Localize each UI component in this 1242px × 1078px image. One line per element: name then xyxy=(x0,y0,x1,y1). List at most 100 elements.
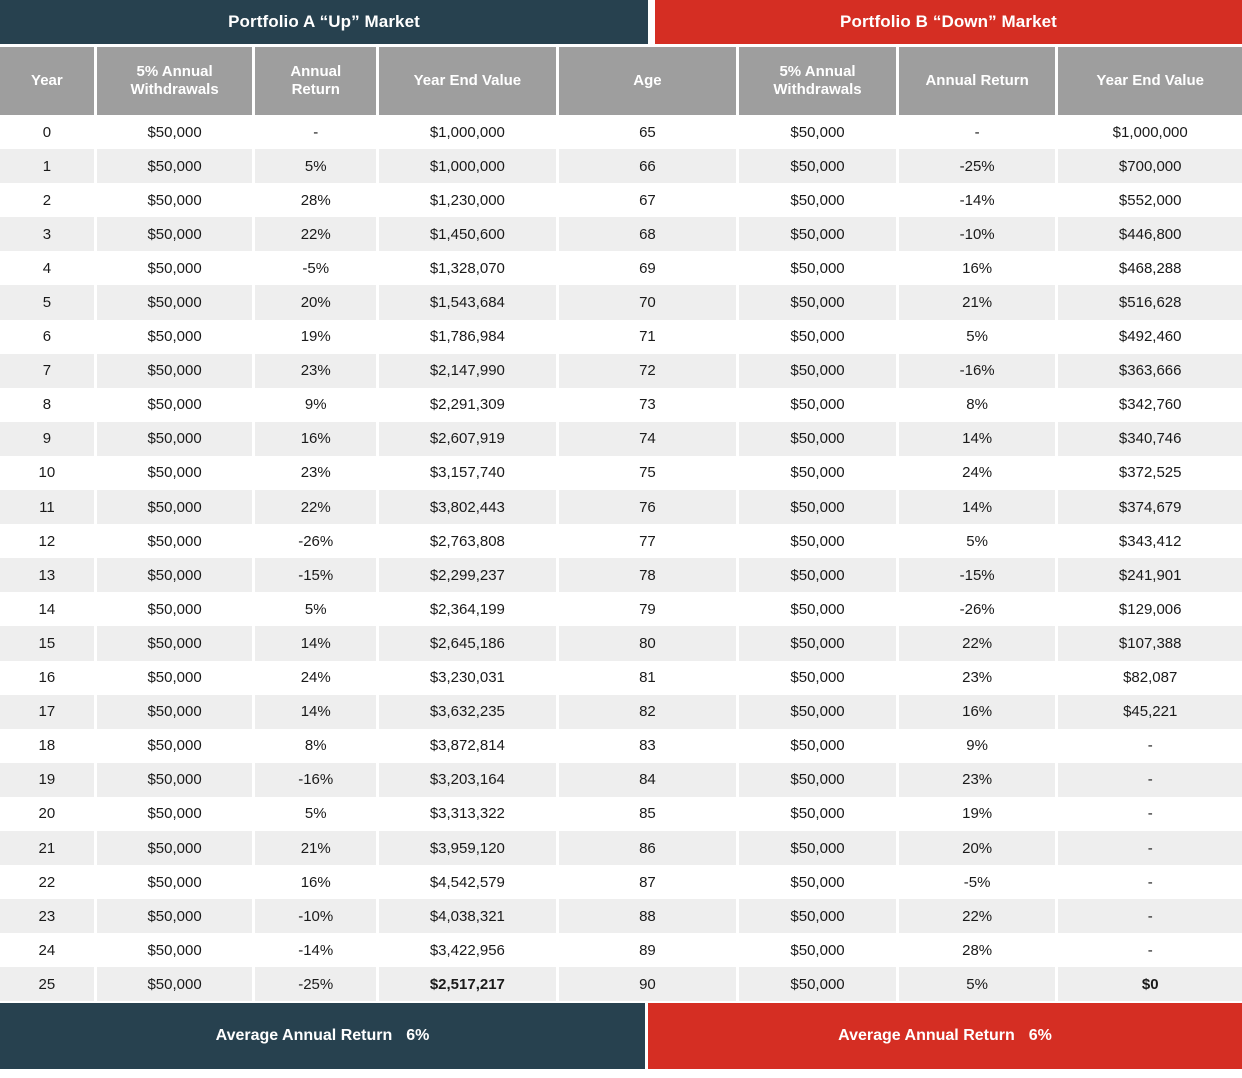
cell-withdrawal-a: $50,000 xyxy=(96,285,253,320)
cell-return-b: 28% xyxy=(898,933,1056,968)
cell-age: 83 xyxy=(558,728,737,763)
cell-withdrawal-a: $50,000 xyxy=(96,319,253,354)
table-row: 15 $50,000 14% $2,645,186 80 $50,000 22% $107,3… xyxy=(0,626,1242,661)
header-annual-return-a-line1: Annual xyxy=(290,63,342,81)
cell-year: 22 xyxy=(0,865,94,900)
table-row: 24 $50,000 -14% $3,422,956 89 $50,000 28% - xyxy=(0,933,1242,968)
cell-withdrawal-b: $50,000 xyxy=(739,455,896,491)
cell-age: 86 xyxy=(558,830,737,866)
cell-year: 17 xyxy=(0,694,94,729)
cell-withdrawal-a: $50,000 xyxy=(96,865,253,900)
portfolio-b-title: Portfolio B “Down” Market xyxy=(655,0,1242,44)
cell-value-a: $3,422,956 xyxy=(379,933,556,968)
cell-value-a: $1,328,070 xyxy=(379,251,556,286)
portfolio-a-title: Portfolio A “Up” Market xyxy=(0,0,648,44)
table-row: 14 $50,000 5% $2,364,199 79 $50,000 -26% $129,0… xyxy=(0,592,1242,627)
cell-value-b: $516,628 xyxy=(1058,285,1242,320)
cell-return-a: - xyxy=(255,115,377,150)
cell-age: 70 xyxy=(558,285,737,320)
portfolio-b-average-return: Average Annual Return 6% xyxy=(648,1003,1242,1070)
cell-return-b: 22% xyxy=(898,899,1056,934)
cell-value-b: $340,746 xyxy=(1058,421,1242,456)
table-row: 11 $50,000 22% $3,802,443 76 $50,000 14% $374,6… xyxy=(0,490,1242,525)
cell-return-b: -15% xyxy=(898,558,1056,593)
cell-return-b: -14% xyxy=(898,183,1056,218)
cell-withdrawal-a: $50,000 xyxy=(96,149,253,184)
cell-age: 66 xyxy=(558,149,737,184)
table-row: 20 $50,000 5% $3,313,322 85 $50,000 19% - xyxy=(0,796,1242,831)
cell-year: 24 xyxy=(0,933,94,968)
cell-value-b: - xyxy=(1058,830,1242,866)
cell-value-b: $363,666 xyxy=(1058,353,1242,388)
cell-withdrawal-a: $50,000 xyxy=(96,217,253,252)
cell-value-b: $492,460 xyxy=(1058,319,1242,354)
cell-withdrawal-b: $50,000 xyxy=(739,967,896,1002)
header-year: Year xyxy=(0,47,94,115)
cell-year: 12 xyxy=(0,524,94,559)
table-row: 1 $50,000 5% $1,000,000 66 $50,000 -25% $700,00… xyxy=(0,149,1242,184)
cell-withdrawal-b: $50,000 xyxy=(739,183,896,218)
cell-age: 90 xyxy=(558,967,737,1002)
cell-year: 20 xyxy=(0,796,94,831)
cell-withdrawal-b: $50,000 xyxy=(739,217,896,252)
cell-return-b: - xyxy=(898,115,1056,150)
header-annual-return-b: Annual Return xyxy=(898,47,1056,115)
header-year-end-value-a: Year End Value xyxy=(379,47,556,115)
header-withdrawals-b-line1: 5% Annual xyxy=(779,63,856,81)
cell-withdrawal-a: $50,000 xyxy=(96,728,253,763)
cell-return-a: -10% xyxy=(255,899,377,934)
cell-return-a: -26% xyxy=(255,524,377,559)
cell-value-b: $468,288 xyxy=(1058,251,1242,286)
cell-value-a: $2,607,919 xyxy=(379,421,556,456)
cell-return-b: 14% xyxy=(898,421,1056,456)
cell-return-a: 16% xyxy=(255,865,377,900)
cell-return-a: 9% xyxy=(255,387,377,422)
cell-return-b: -26% xyxy=(898,592,1056,627)
header-year-end-value-b: Year End Value xyxy=(1058,47,1242,115)
table-row: 25 $50,000 -25% $2,517,217 90 $50,000 5% $0 xyxy=(0,967,1242,1002)
header-annual-return-a: Annual Return xyxy=(255,47,377,115)
cell-withdrawal-a: $50,000 xyxy=(96,660,253,695)
cell-withdrawal-b: $50,000 xyxy=(739,353,896,388)
cell-withdrawal-b: $50,000 xyxy=(739,149,896,184)
cell-age: 89 xyxy=(558,933,737,968)
cell-age: 77 xyxy=(558,524,737,559)
cell-value-b: - xyxy=(1058,865,1242,900)
table-row: 16 $50,000 24% $3,230,031 81 $50,000 23% $82,08… xyxy=(0,660,1242,695)
cell-age: 78 xyxy=(558,558,737,593)
portfolio-a-average-return-label: Average Annual Return xyxy=(215,1027,393,1045)
comparison-table: Portfolio A “Up” Market Portfolio B “Dow… xyxy=(0,0,1242,1078)
cell-return-b: 22% xyxy=(898,626,1056,661)
portfolio-b-average-return-label: Average Annual Return xyxy=(838,1027,1015,1045)
cell-withdrawal-b: $50,000 xyxy=(739,694,896,729)
table-row: 19 $50,000 -16% $3,203,164 84 $50,000 23% - xyxy=(0,762,1242,797)
cell-withdrawal-a: $50,000 xyxy=(96,967,253,1002)
cell-value-a: $2,299,237 xyxy=(379,558,556,593)
cell-withdrawal-b: $50,000 xyxy=(739,421,896,456)
cell-age: 65 xyxy=(558,115,737,150)
header-age: Age xyxy=(558,47,737,115)
cell-return-b: -5% xyxy=(898,865,1056,900)
cell-age: 75 xyxy=(558,455,737,491)
cell-withdrawal-b: $50,000 xyxy=(739,626,896,661)
cell-value-b: $241,901 xyxy=(1058,558,1242,593)
cell-return-b: -10% xyxy=(898,217,1056,252)
header-withdrawals-b-line2: Withdrawals xyxy=(773,81,862,98)
cell-value-a: $1,000,000 xyxy=(379,115,556,150)
cell-year: 21 xyxy=(0,830,94,866)
cell-year: 0 xyxy=(0,115,94,150)
cell-age: 80 xyxy=(558,626,737,661)
cell-year: 14 xyxy=(0,592,94,627)
cell-age: 84 xyxy=(558,762,737,797)
cell-value-a: $4,038,321 xyxy=(379,899,556,934)
cell-withdrawal-b: $50,000 xyxy=(739,762,896,797)
cell-withdrawal-b: $50,000 xyxy=(739,899,896,934)
cell-withdrawal-b: $50,000 xyxy=(739,933,896,968)
summary-footer-row: Average Annual Return 6% Average Annual … xyxy=(0,1001,1242,1070)
cell-return-a: 23% xyxy=(255,455,377,491)
cell-withdrawal-a: $50,000 xyxy=(96,933,253,968)
cell-withdrawal-b: $50,000 xyxy=(739,558,896,593)
cell-value-b: $374,679 xyxy=(1058,490,1242,525)
panel-title-row: Portfolio A “Up” Market Portfolio B “Dow… xyxy=(0,0,1242,44)
cell-withdrawal-b: $50,000 xyxy=(739,660,896,695)
